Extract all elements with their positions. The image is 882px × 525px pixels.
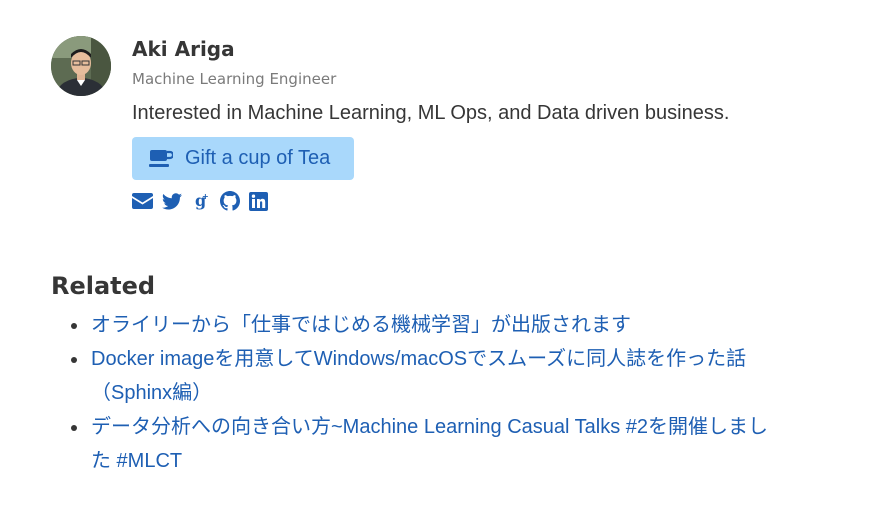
author-name: Aki Ariga <box>132 37 235 61</box>
related-link[interactable]: Docker imageを用意してWindows/macOSでスムーズに同人誌を… <box>91 348 746 404</box>
related-link[interactable]: オライリーから「仕事ではじめる機械学習」が出版されます <box>91 314 631 336</box>
github-icon[interactable] <box>219 191 240 211</box>
gift-tea-label: Gift a cup of Tea <box>185 147 331 169</box>
linkedin-icon[interactable] <box>248 191 269 211</box>
bullet-icon <box>71 357 77 363</box>
author-bio: Interested in Machine Learning, ML Ops, … <box>132 102 730 124</box>
related-list: オライリーから「仕事ではじめる機械学習」が出版されます Docker image… <box>51 308 811 478</box>
social-links: g + <box>132 191 269 211</box>
bullet-icon <box>71 323 77 329</box>
google-plus-icon[interactable]: g + <box>190 191 211 211</box>
related-heading: Related <box>51 272 156 300</box>
related-section: Related オライリーから「仕事ではじめる機械学習」が出版されます Dock… <box>51 270 811 478</box>
related-link[interactable]: データ分析への向き合い方~Machine Learning Casual Tal… <box>91 416 768 472</box>
coffee-cup-icon <box>149 149 175 169</box>
list-item: オライリーから「仕事ではじめる機械学習」が出版されます <box>51 308 771 342</box>
author-title: Machine Learning Engineer <box>132 70 337 88</box>
list-item: データ分析への向き合い方~Machine Learning Casual Tal… <box>51 410 771 478</box>
twitter-icon[interactable] <box>161 191 182 211</box>
list-item: Docker imageを用意してWindows/macOSでスムーズに同人誌を… <box>51 342 771 410</box>
avatar <box>51 36 111 96</box>
envelope-icon[interactable] <box>132 191 153 211</box>
gift-tea-button[interactable]: Gift a cup of Tea <box>132 137 354 180</box>
bullet-icon <box>71 425 77 431</box>
svg-text:+: + <box>202 192 208 201</box>
